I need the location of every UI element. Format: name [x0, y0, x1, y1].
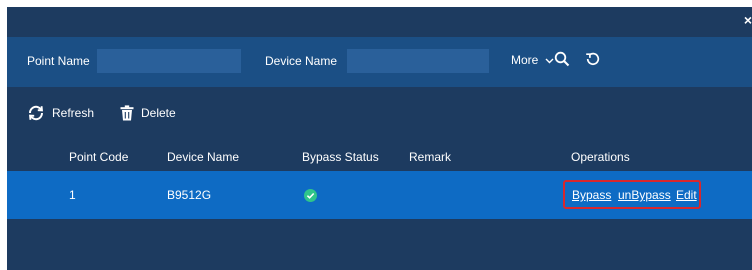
delete-button[interactable]: Delete — [120, 105, 176, 121]
col-header-point-code[interactable]: Point Code — [69, 150, 128, 164]
more-label: More — [511, 53, 539, 67]
col-header-device-name[interactable]: Device Name — [167, 150, 239, 164]
unbypass-link[interactable]: unBypass — [618, 188, 671, 202]
check-circle-icon — [304, 189, 317, 205]
device-name-label: Device Name — [265, 54, 338, 68]
point-name-label: Point Name — [27, 54, 90, 68]
refresh-label: Refresh — [52, 106, 95, 120]
refresh-icon — [28, 105, 44, 121]
reset-icon[interactable] — [585, 51, 601, 70]
edit-link[interactable]: Edit — [676, 188, 697, 202]
col-header-operations: Operations — [571, 150, 630, 164]
more-filters-button[interactable]: More — [511, 53, 554, 67]
device-name-input[interactable] — [347, 49, 489, 73]
table-row[interactable]: 1 B9512G Bypass unBypass Edit — [7, 171, 752, 219]
device-name-cell: B9512G — [167, 188, 212, 202]
point-name-input[interactable] — [97, 49, 241, 73]
refresh-button[interactable]: Refresh — [27, 105, 94, 121]
filter-bar: Point Name Device Name More — [7, 37, 752, 87]
table-header: Point Code Device Name Bypass Status Rem… — [7, 141, 752, 171]
delete-label: Delete — [141, 106, 176, 120]
close-icon[interactable]: × — [744, 13, 752, 27]
table-empty-area — [7, 219, 752, 270]
dialog-title-bar: × — [7, 7, 752, 37]
toolbar: Refresh Delete — [7, 93, 752, 133]
trash-icon — [120, 105, 134, 121]
chevron-down-icon — [545, 53, 554, 67]
point-code-cell: 1 — [69, 188, 76, 202]
col-header-remark[interactable]: Remark — [409, 150, 451, 164]
col-header-bypass-status[interactable]: Bypass Status — [302, 150, 379, 164]
bypass-link[interactable]: Bypass — [572, 188, 611, 202]
bypass-dialog: × Point Name Device Name More Refresh De… — [7, 7, 752, 270]
search-icon[interactable] — [554, 51, 570, 70]
